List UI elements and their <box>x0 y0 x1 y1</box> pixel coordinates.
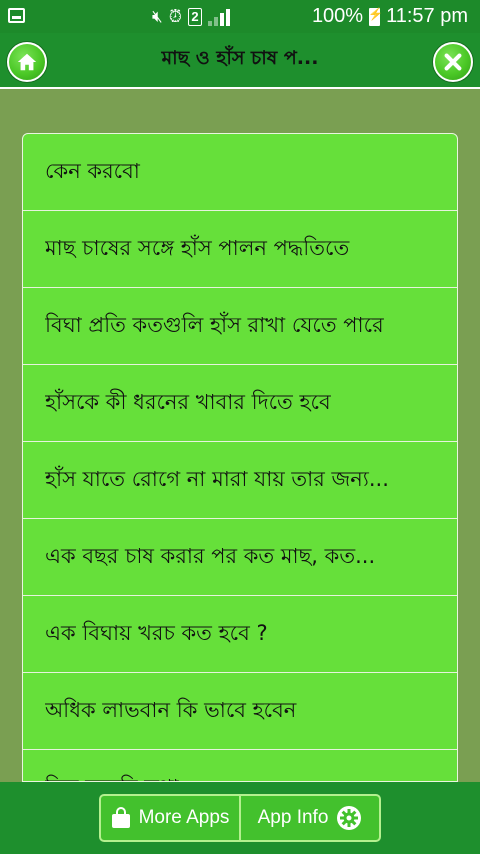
list-item-label: মাছ চাষের সঙ্গে হাঁস পালন পদ্ধতিতে <box>45 235 350 260</box>
close-button[interactable] <box>433 42 473 82</box>
list-item-label: কেন করবো <box>45 158 140 183</box>
battery-icon <box>368 7 383 26</box>
app-info-button[interactable]: App Info <box>239 796 379 840</box>
status-bar: 🔇︎ ⏰︎ 2 100% 11:57 pm <box>0 0 480 33</box>
list-item-label: অধিক লাভবান কি ভাবে হবেন <box>45 697 297 722</box>
list-item-label: হাঁসকে কী ধরনের খাবার দিতে হবে <box>45 389 331 414</box>
more-apps-button[interactable]: More Apps <box>101 796 239 840</box>
battery-percent: 100% <box>311 5 364 27</box>
mute-icon: 🔇︎ <box>152 7 163 26</box>
list-item-label: এক বছর চাষ করার পর কত মাছ, কত... <box>45 543 376 568</box>
app-info-label: App Info <box>257 807 329 828</box>
home-icon <box>17 53 37 71</box>
list-item-label: বিঘা প্রতি কতগুলি হাঁস রাখা যেতে পারে <box>45 312 384 337</box>
list-item[interactable]: অধিক লাভবান কি ভাবে হবেন <box>23 673 457 750</box>
status-right: 100% 11:57 pm <box>312 5 468 28</box>
notification-icon <box>8 8 25 23</box>
topic-list: কেন করবো মাছ চাষের সঙ্গে হাঁস পালন পদ্ধত… <box>22 133 458 782</box>
list-item[interactable]: মাছ চাষের সঙ্গে হাঁস পালন পদ্ধতিতে <box>23 211 457 288</box>
signal-icon <box>207 8 230 26</box>
home-button[interactable] <box>7 42 47 82</box>
list-item[interactable]: এক বিঘায় খরচ কত হবে ? <box>23 596 457 673</box>
bottom-button-group: More Apps App Info <box>99 794 381 842</box>
close-icon <box>444 53 462 71</box>
more-apps-label: More Apps <box>138 807 230 828</box>
shopping-bag-icon <box>111 807 130 828</box>
list-item[interactable]: বিঘা প্রতি কতগুলি হাঁস রাখা যেতে পারে <box>23 288 457 365</box>
list-item-label: হাঁস যাতে রোগে না মারা যায় তার জন্য... <box>45 466 389 491</box>
clock: 11:57 pm <box>386 5 468 27</box>
list-item[interactable]: কিছু জরুরি কথা <box>23 750 457 782</box>
app-header: মাছ ও হাঁস চাষ প... <box>0 33 480 89</box>
list-item[interactable]: এক বছর চাষ করার পর কত মাছ, কত... <box>23 519 457 596</box>
status-icons: 🔇︎ ⏰︎ 2 <box>152 5 230 29</box>
bottom-bar: More Apps App Info <box>0 782 480 854</box>
list-item[interactable]: হাঁসকে কী ধরনের খাবার দিতে হবে <box>23 365 457 442</box>
list-item-label: কিছু জরুরি কথা <box>45 771 433 782</box>
alarm-icon: ⏰︎ <box>168 7 182 26</box>
list-item[interactable]: কেন করবো <box>23 134 457 211</box>
list-item[interactable]: হাঁস যাতে রোগে না মারা যায় তার জন্য... <box>23 442 457 519</box>
gear-icon <box>337 806 362 830</box>
list-item-label: এক বিঘায় খরচ কত হবে ? <box>45 620 268 645</box>
sim-slot-badge: 2 <box>187 8 202 26</box>
page-title: মাছ ও হাঁস চাষ প... <box>161 47 319 69</box>
